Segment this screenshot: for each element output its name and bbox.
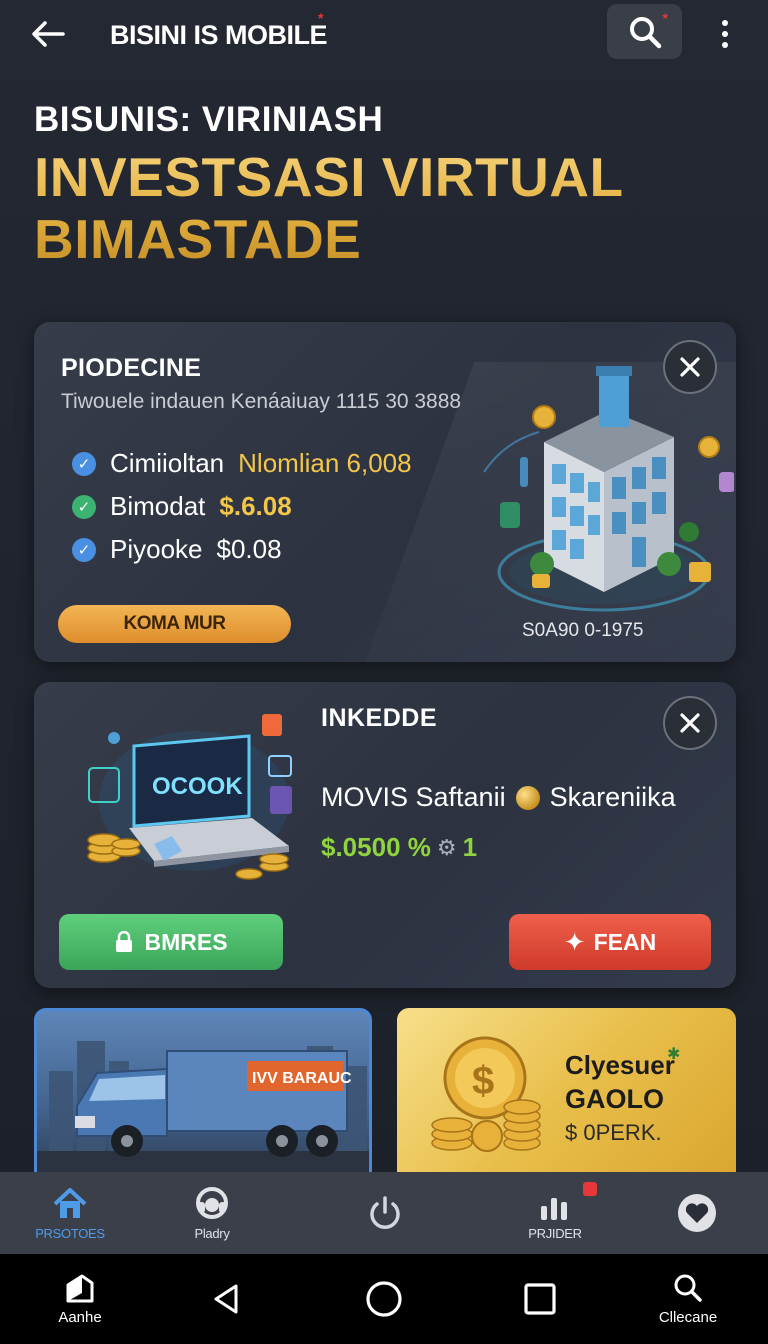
- investment-card-digital[interactable]: OCOOK INKEDDE MOVIS Saftanii Skareniika …: [34, 682, 736, 988]
- card-title: PIODECINE: [61, 354, 202, 382]
- sys-label: Aanhe: [58, 1308, 102, 1326]
- close-button[interactable]: [663, 696, 717, 750]
- circle-home-icon: [366, 1281, 402, 1317]
- power-icon: [370, 1196, 400, 1229]
- feature-value: $0.08: [216, 534, 282, 564]
- hero-title: INVESTSASI VIRTUAL BIMASTADE: [34, 146, 624, 270]
- sys-home-button[interactable]: Aanhe: [40, 1254, 120, 1344]
- star-icon: ✦: [563, 926, 586, 957]
- gold-investment-tile[interactable]: $ Clyesuer ✱ GAOLO $ 0PERK.: [397, 1008, 736, 1188]
- feature-row: ✓ Piyooke $0.08: [72, 534, 282, 565]
- lock-icon: [116, 931, 133, 952]
- app-title: BISINI IS MOBILE: [110, 20, 328, 50]
- back-button[interactable]: [28, 14, 68, 54]
- close-button[interactable]: [663, 340, 717, 394]
- card-price: $.0500 % ⚙ 1: [321, 832, 477, 863]
- more-options-button[interactable]: [710, 14, 740, 54]
- card-title: INKEDDE: [321, 704, 438, 732]
- card-description: Tiwouele indauen Kenáaiuay 1115 30 3888: [61, 390, 462, 413]
- dot-icon: [722, 31, 728, 37]
- feature-row: ✓ Bimodat $.6.08: [72, 491, 292, 522]
- hero-title-line1: INVESTSASI VIRTUAL: [34, 146, 624, 208]
- sparkle-icon: ✱: [667, 1046, 681, 1063]
- fean-button[interactable]: ✦ FEAN: [509, 914, 711, 970]
- bottom-navigation: PRSOTOES Pladry PRJIDER: [0, 1172, 768, 1254]
- hero-subtitle: BISUNIS: VIRINIASH: [34, 100, 384, 139]
- square-recents-icon: [524, 1283, 556, 1315]
- fean-label: FEAN: [593, 928, 657, 955]
- nav-item-home[interactable]: PRSOTOES: [22, 1172, 118, 1254]
- nav-item-favorites[interactable]: [649, 1172, 745, 1254]
- search-icon: [674, 1274, 702, 1302]
- close-icon: [680, 357, 700, 377]
- feature-label: Piyooke: [110, 534, 203, 564]
- arrow-left-icon: [32, 21, 65, 47]
- title-sparkle-icon: *: [318, 10, 324, 26]
- property-code: S0A90 0-1975: [522, 620, 644, 641]
- logistics-tile[interactable]: IVV BARAUC: [34, 1008, 372, 1188]
- coin-icon: [515, 785, 540, 810]
- card-subtitle: MOVIS Saftanii Skareniika: [321, 782, 676, 813]
- subtitle-a: MOVIS Saftanii: [321, 782, 506, 812]
- home-icon: [53, 1187, 87, 1218]
- feature-value: $.6.08: [219, 491, 292, 521]
- dot-icon: [722, 42, 728, 48]
- nav-item-power[interactable]: [337, 1172, 433, 1254]
- nav-label: PRJIDER: [528, 1225, 582, 1241]
- sys-back-button[interactable]: [196, 1254, 256, 1344]
- notification-badge: [583, 1182, 597, 1196]
- headset-icon: [196, 1186, 228, 1219]
- hero-title-line2: BIMASTADE: [34, 208, 362, 270]
- koma-mur-button[interactable]: KOMA MUR: [58, 605, 291, 643]
- close-icon: [680, 713, 700, 733]
- check-circle-icon: ✓: [72, 537, 96, 562]
- feature-row: ✓ Cimiioltan Nlomlian 6,008: [72, 448, 412, 479]
- nav-label: Pladry: [194, 1225, 230, 1241]
- triangle-back-icon: [214, 1284, 238, 1314]
- laptop-screen-text: OCOOK: [152, 773, 243, 800]
- dot-icon: [722, 20, 728, 26]
- sys-recents-button[interactable]: [510, 1254, 570, 1344]
- notification-dot: *: [662, 10, 668, 26]
- gold-tile-line1: Clyesuer: [565, 1050, 675, 1080]
- nav-item-provider[interactable]: PRJIDER: [507, 1172, 603, 1254]
- top-bar: BISINI IS MOBILE * *: [0, 0, 768, 68]
- feature-value: Nlomlian 6,008: [238, 448, 412, 478]
- svg-text:$: $: [472, 1059, 494, 1103]
- price-value: $.0500 %: [321, 832, 431, 862]
- sys-home-circle-button[interactable]: [354, 1254, 414, 1344]
- search-button[interactable]: *: [607, 4, 682, 59]
- feature-label: Bimodat: [110, 491, 206, 521]
- gold-tile-line2: GAOLO: [565, 1084, 664, 1114]
- check-circle-icon: ✓: [72, 451, 96, 476]
- gold-coins-illustration: $: [431, 1036, 541, 1152]
- nav-item-support[interactable]: Pladry: [164, 1172, 260, 1254]
- sys-label: Cllecane: [658, 1308, 718, 1326]
- chart-icon: [541, 1197, 567, 1220]
- feature-label: Cimiioltan: [110, 448, 225, 478]
- truck-text: IVV BARAUC: [252, 1070, 352, 1087]
- system-navigation-bar: Aanhe Cllecane: [0, 1254, 768, 1344]
- gold-tile-line3: $ 0PERK.: [565, 1120, 662, 1145]
- bmres-button[interactable]: BMRES: [59, 914, 283, 970]
- bmres-label: BMRES: [144, 928, 228, 955]
- investment-card-property[interactable]: PIODECINE Tiwouele indauen Kenáaiuay 111…: [34, 322, 736, 662]
- check-circle-icon: ✓: [72, 494, 96, 519]
- search-icon: [629, 16, 661, 48]
- heart-icon: [678, 1194, 716, 1232]
- sys-search-button[interactable]: Cllecane: [638, 1254, 738, 1344]
- laptop-illustration: OCOOK: [74, 706, 304, 886]
- price-suffix: 1: [462, 832, 478, 862]
- nav-label: PRSOTOES: [35, 1225, 105, 1241]
- subtitle-b: Skareniika: [549, 782, 676, 812]
- house-outline-icon: [66, 1274, 94, 1302]
- gear-icon: ⚙: [436, 834, 457, 860]
